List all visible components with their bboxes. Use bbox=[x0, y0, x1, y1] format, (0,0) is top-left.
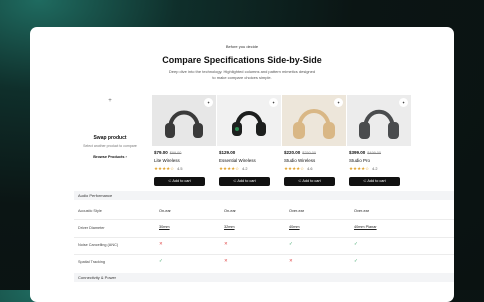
product-card: ✦ $79.00 $99.00 Lite Wireless ★★★★☆ 4.5 ⊂ … bbox=[152, 95, 216, 186]
comparison-card: Before you decide Compare Specifications… bbox=[30, 27, 454, 302]
row-label: Noise Cancelling (ANC) bbox=[78, 243, 119, 247]
cross-icon: ✕ bbox=[289, 258, 293, 263]
product-card: ✦ $220.00 $250.00 Studio Wireless ★★★★☆ 4.… bbox=[282, 95, 346, 186]
product-card: ✦ $399.00 $499.00 Studio Pro ★★★★☆ 4.2 ⊂ A… bbox=[347, 95, 411, 186]
spec-cell: 40mm Planar bbox=[354, 225, 377, 229]
browse-products-button[interactable]: Browse Products › bbox=[74, 155, 146, 159]
star-rating: ★★★★☆ 4.6 bbox=[284, 166, 313, 171]
plus-icon[interactable]: + bbox=[74, 97, 146, 105]
spec-cell: On-ear bbox=[159, 209, 171, 213]
row-label: Spatial Tracking bbox=[78, 260, 106, 264]
page-title: Compare Specifications Side-by-Side bbox=[162, 55, 322, 65]
spec-cell: 32mm bbox=[224, 225, 235, 229]
spec-cell: 30mm bbox=[159, 225, 170, 229]
product-name: Studio Pro bbox=[349, 158, 371, 163]
star-rating: ★★★★☆ 4.2 bbox=[219, 166, 248, 171]
product-name: Lite Wireless bbox=[154, 158, 180, 163]
check-icon: ✓ bbox=[159, 258, 163, 263]
divider bbox=[74, 237, 454, 238]
product-image[interactable]: ✦ bbox=[282, 95, 346, 146]
row-label: Acoustic Style bbox=[78, 209, 102, 213]
divider bbox=[74, 254, 454, 255]
swap-heading: Swap product bbox=[93, 135, 127, 141]
sparkle-icon[interactable]: ✦ bbox=[269, 98, 278, 107]
check-icon: ✓ bbox=[354, 241, 358, 246]
product-name: Essential Wireless bbox=[219, 158, 256, 163]
check-icon: ✓ bbox=[289, 241, 293, 246]
sparkle-icon[interactable]: ✦ bbox=[399, 98, 408, 107]
chevron-right-icon: › bbox=[125, 155, 127, 159]
check-icon: ✓ bbox=[354, 258, 358, 263]
sparkle-icon[interactable]: ✦ bbox=[204, 98, 213, 107]
swap-product-panel: + Swap product Select another product to… bbox=[74, 97, 146, 159]
section-header-connectivity: Connectivity & Power bbox=[74, 273, 454, 282]
section-kicker: Before you decide bbox=[225, 44, 259, 49]
spec-cell: Over-ear bbox=[354, 209, 369, 213]
product-image[interactable]: ✦ bbox=[152, 95, 216, 146]
product-card: ✦ $129.00 Essential Wireless ★★★★☆ 4.2 ⊂ … bbox=[217, 95, 281, 186]
spec-cell: Over-ear bbox=[289, 209, 304, 213]
add-to-cart-button[interactable]: ⊂ Add to cart bbox=[349, 177, 400, 186]
page-subtitle: Deep dive into the technology. Highlight… bbox=[168, 69, 316, 80]
product-image[interactable]: ✦ bbox=[347, 95, 411, 146]
product-name: Studio Wireless bbox=[284, 158, 316, 163]
spec-cell: On-ear bbox=[224, 209, 236, 213]
cross-icon: ✕ bbox=[224, 258, 228, 263]
add-to-cart-button[interactable]: ⊂ Add to cart bbox=[219, 177, 270, 186]
cross-icon: ✕ bbox=[224, 241, 228, 246]
product-price: $129.00 bbox=[219, 150, 236, 155]
star-rating: ★★★★☆ 4.2 bbox=[349, 166, 378, 171]
section-header-audio: Audio Performance bbox=[74, 191, 454, 200]
cross-icon: ✕ bbox=[159, 241, 163, 246]
product-image[interactable]: ✦ bbox=[217, 95, 281, 146]
sparkle-icon[interactable]: ✦ bbox=[334, 98, 343, 107]
row-label: Driver Diameter bbox=[78, 226, 105, 230]
add-to-cart-button[interactable]: ⊂ Add to cart bbox=[284, 177, 335, 186]
product-price: $79.00 $99.00 bbox=[154, 150, 182, 155]
spec-cell: 40mm bbox=[289, 225, 300, 229]
product-price: $399.00 $499.00 bbox=[349, 150, 382, 155]
star-rating: ★★★★☆ 4.5 bbox=[154, 166, 183, 171]
swap-description: Select another product to compare bbox=[83, 144, 137, 148]
divider bbox=[74, 219, 454, 220]
product-price: $220.00 $250.00 bbox=[284, 150, 317, 155]
add-to-cart-button[interactable]: ⊂ Add to cart bbox=[154, 177, 205, 186]
